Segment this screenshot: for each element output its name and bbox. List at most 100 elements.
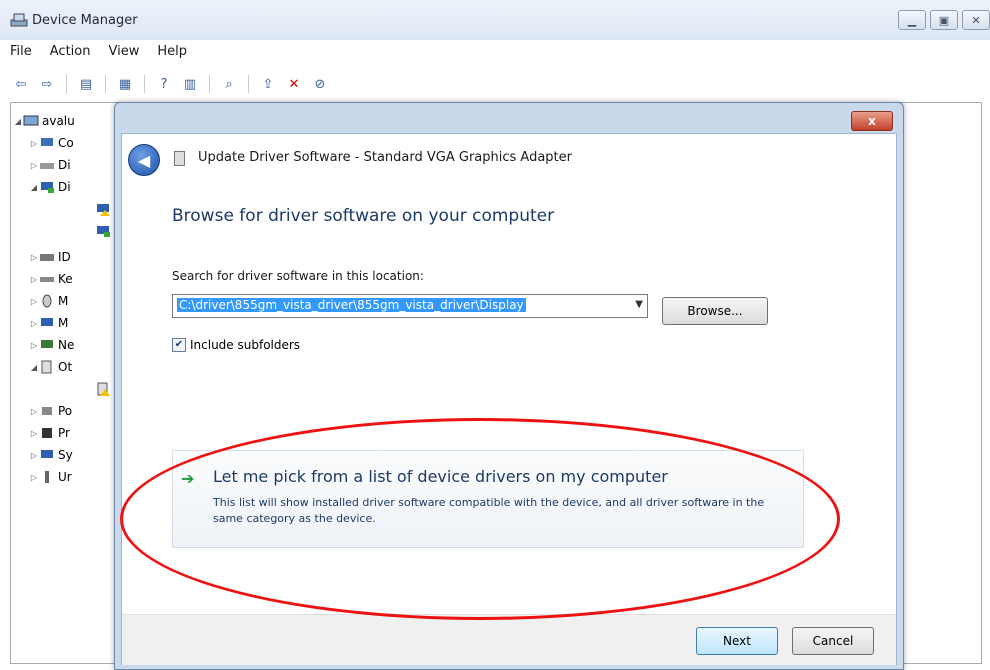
show-hide-console-tree-icon[interactable]: ▤ <box>77 75 95 93</box>
minimize-button[interactable]: ▁ <box>898 10 926 30</box>
network-adapter-icon <box>41 340 53 348</box>
tree-item[interactable]: ▷ Ne <box>29 335 74 355</box>
tree-item-label: Sy <box>58 448 73 462</box>
processor-icon <box>42 428 52 438</box>
disk-drive-icon <box>40 163 54 169</box>
browse-button[interactable]: Browse... <box>662 297 768 325</box>
scan-hardware-icon[interactable]: ⌕ <box>220 75 238 93</box>
other-devices-icon <box>41 360 52 374</box>
green-arrow-icon: ➔ <box>181 469 195 488</box>
tree-item-label: Ke <box>58 272 73 286</box>
caption-buttons: ▁ ▣ ✕ <box>898 10 990 30</box>
device-icon <box>174 151 185 166</box>
title-bar: Device Manager ▁ ▣ ✕ <box>0 0 990 40</box>
window-title: Device Manager <box>32 13 138 28</box>
dialog-body: ◀ Update Driver Software - Standard VGA … <box>121 133 897 665</box>
close-window-button[interactable]: ✕ <box>962 10 990 30</box>
back-arrow-icon[interactable]: ⇦ <box>12 75 30 93</box>
tree-item[interactable]: ▷ M <box>29 291 68 311</box>
checkbox-checked-icon[interactable]: ✔ <box>172 338 186 352</box>
driver-path-value[interactable]: C:\driver\855gm_vista_driver\855gm_vista… <box>177 298 526 312</box>
toolbar-separator <box>209 75 210 93</box>
tree-item[interactable]: ▷ Ur <box>29 467 72 487</box>
tree-item[interactable] <box>95 379 114 399</box>
usb-icon <box>45 471 49 483</box>
menu-help[interactable]: Help <box>157 44 187 66</box>
include-subfolders-checkbox[interactable]: ✔ Include subfolders <box>172 338 300 352</box>
device-manager-window: Device Manager ▁ ▣ ✕ File Action View He… <box>0 0 990 670</box>
tree-item[interactable]: ▷ Co <box>29 133 74 153</box>
tree-item-label: Ot <box>58 360 73 374</box>
expand-icon[interactable]: ▷ <box>29 297 39 306</box>
menu-file[interactable]: File <box>10 44 32 66</box>
action-pane-icon[interactable]: ▥ <box>181 75 199 93</box>
tree-item-label: Pr <box>58 426 70 440</box>
tree-item[interactable]: ◢ Di <box>29 177 71 197</box>
dropdown-arrow-icon[interactable]: ▼ <box>635 299 643 310</box>
tree-item[interactable]: ▷ Po <box>29 401 72 421</box>
tree-item[interactable]: ▷ Di <box>29 155 71 175</box>
expand-icon[interactable]: ▷ <box>29 139 39 148</box>
dialog-close-button[interactable]: x <box>851 111 893 131</box>
next-button[interactable]: Next <box>696 627 778 655</box>
expand-icon[interactable]: ▷ <box>29 429 39 438</box>
expand-icon[interactable]: ▷ <box>29 451 39 460</box>
help-icon[interactable]: ? <box>155 75 173 93</box>
cancel-button[interactable]: Cancel <box>792 627 874 655</box>
expand-icon[interactable]: ▷ <box>29 319 39 328</box>
ports-icon <box>42 407 52 415</box>
collapse-icon[interactable]: ◢ <box>29 183 39 192</box>
mouse-icon <box>42 294 52 308</box>
tree-item[interactable]: ▷ M <box>29 313 68 333</box>
expand-icon[interactable]: ▷ <box>29 341 39 350</box>
tree-item[interactable]: ◢ Ot <box>29 357 72 377</box>
forward-arrow-icon[interactable]: ⇨ <box>38 75 56 93</box>
driver-path-combobox[interactable]: C:\driver\855gm_vista_driver\855gm_vista… <box>172 294 648 318</box>
tree-item-label: Po <box>58 404 73 418</box>
monitor-icon <box>41 318 53 326</box>
back-button[interactable]: ◀ <box>128 144 160 176</box>
search-location-label: Search for driver software in this locat… <box>172 269 424 283</box>
tree-item[interactable]: ▷ Pr <box>29 423 70 443</box>
tree-item[interactable]: ▷ Sy <box>29 445 73 465</box>
tree-item[interactable]: ▷ ID <box>29 247 71 267</box>
collapse-icon[interactable]: ◢ <box>13 117 23 126</box>
include-subfolders-label: Include subfolders <box>190 338 301 352</box>
expand-icon[interactable]: ▷ <box>29 253 39 262</box>
collapse-icon[interactable]: ◢ <box>29 363 39 372</box>
tree-item[interactable]: ▷ Ke <box>29 269 73 289</box>
display-adapter-icon <box>41 182 54 193</box>
pick-from-list-description: This list will show installed driver sof… <box>213 496 765 525</box>
tree-item[interactable] <box>95 199 114 219</box>
restore-button[interactable]: ▣ <box>930 10 958 30</box>
system-devices-icon <box>41 450 53 458</box>
menu-action[interactable]: Action <box>50 44 91 66</box>
expand-icon[interactable]: ▷ <box>29 275 39 284</box>
dialog-footer: Next Cancel <box>122 614 896 665</box>
tree-root[interactable]: ◢ avalu <box>13 111 75 131</box>
expand-icon[interactable]: ▷ <box>29 161 39 170</box>
tree-item-label: Ne <box>58 338 75 352</box>
toolbar: ⇦ ⇨ ▤ ▦ ? ▥ ⌕ ⇪ ✕ ⊘ <box>0 70 990 98</box>
pick-from-list-title[interactable]: Let me pick from a list of device driver… <box>213 467 668 486</box>
toolbar-separator <box>105 75 106 93</box>
update-driver-icon[interactable]: ⇪ <box>259 75 277 93</box>
menu-view[interactable]: View <box>108 44 139 66</box>
back-arrow-icon: ◀ <box>137 150 151 170</box>
uninstall-icon[interactable]: ✕ <box>285 75 303 93</box>
expand-icon[interactable]: ▷ <box>29 473 39 482</box>
properties-icon[interactable]: ▦ <box>116 75 134 93</box>
disable-icon[interactable]: ⊘ <box>311 75 329 93</box>
tree-item-label: ID <box>58 250 71 264</box>
tree-item[interactable] <box>95 221 114 241</box>
expand-icon[interactable]: ▷ <box>29 407 39 416</box>
toolbar-separator <box>144 75 145 93</box>
page-title: Browse for driver software on your compu… <box>172 206 555 226</box>
tree-item-label: Co <box>58 136 74 150</box>
computer-icon <box>41 138 53 146</box>
tree-item-label: M <box>58 294 69 308</box>
pick-from-list-option[interactable]: ➔ Let me pick from a list of device driv… <box>172 450 804 548</box>
menu-bar: File Action View Help <box>0 44 187 66</box>
toolbar-separator <box>248 75 249 93</box>
display-adapter-icon <box>97 226 110 237</box>
